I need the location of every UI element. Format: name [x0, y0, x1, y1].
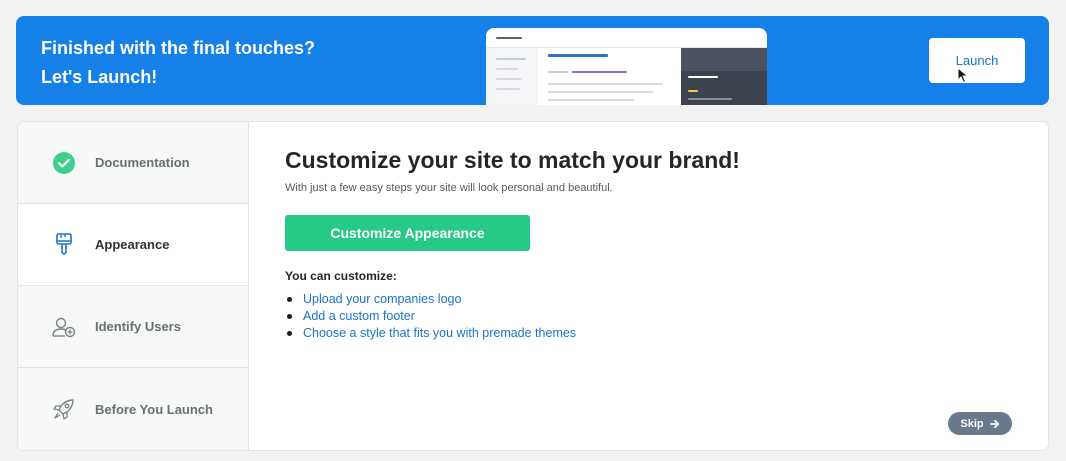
launch-banner: Finished with the final touches? Let's L…: [16, 16, 1049, 105]
mouse-pointer-icon: [957, 67, 969, 84]
skip-label: Skip: [960, 417, 984, 430]
list-item: Add a custom footer: [285, 308, 576, 325]
banner-message: Finished with the final touches? Let's L…: [41, 34, 315, 92]
paintbrush-icon: [51, 232, 77, 258]
launch-button[interactable]: Launch: [929, 38, 1025, 83]
custom-footer-link[interactable]: Add a custom footer: [303, 309, 415, 323]
upload-logo-link[interactable]: Upload your companies logo: [303, 292, 461, 306]
list-item: Choose a style that fits you with premad…: [285, 325, 576, 342]
rocket-icon: [51, 396, 77, 422]
step-appearance[interactable]: Appearance: [18, 204, 248, 286]
add-user-icon: [51, 314, 77, 340]
onboarding-steps-sidebar: Documentation Appearance Identify Users …: [18, 122, 249, 450]
step-documentation[interactable]: Documentation: [18, 122, 248, 204]
customize-options-list: Upload your companies logo Add a custom …: [285, 291, 576, 342]
arrow-right-icon: [989, 419, 999, 428]
customize-list-heading: You can customize:: [285, 269, 397, 283]
customize-appearance-button[interactable]: Customize Appearance: [285, 215, 530, 251]
step-documentation-label: Documentation: [95, 155, 190, 170]
page-title: Customize your site to match your brand!: [285, 147, 740, 173]
skip-button[interactable]: Skip: [948, 412, 1012, 435]
page-subtitle: With just a few easy steps your site wil…: [285, 182, 613, 194]
step-identify-users-label: Identify Users: [95, 319, 181, 334]
banner-line-1: Finished with the final touches?: [41, 38, 316, 58]
site-preview-illustration: [486, 28, 767, 105]
step-identify-users[interactable]: Identify Users: [18, 286, 248, 368]
list-item: Upload your companies logo: [285, 291, 576, 308]
banner-line-2: Let's Launch!: [41, 67, 158, 87]
step-before-you-launch-label: Before You Launch: [95, 401, 213, 417]
check-circle-icon: [51, 150, 77, 176]
step-before-you-launch[interactable]: Before You Launch: [18, 368, 248, 450]
onboarding-card: Documentation Appearance Identify Users …: [18, 122, 1048, 450]
premade-themes-link[interactable]: Choose a style that fits you with premad…: [303, 326, 576, 340]
step-appearance-label: Appearance: [95, 237, 170, 252]
